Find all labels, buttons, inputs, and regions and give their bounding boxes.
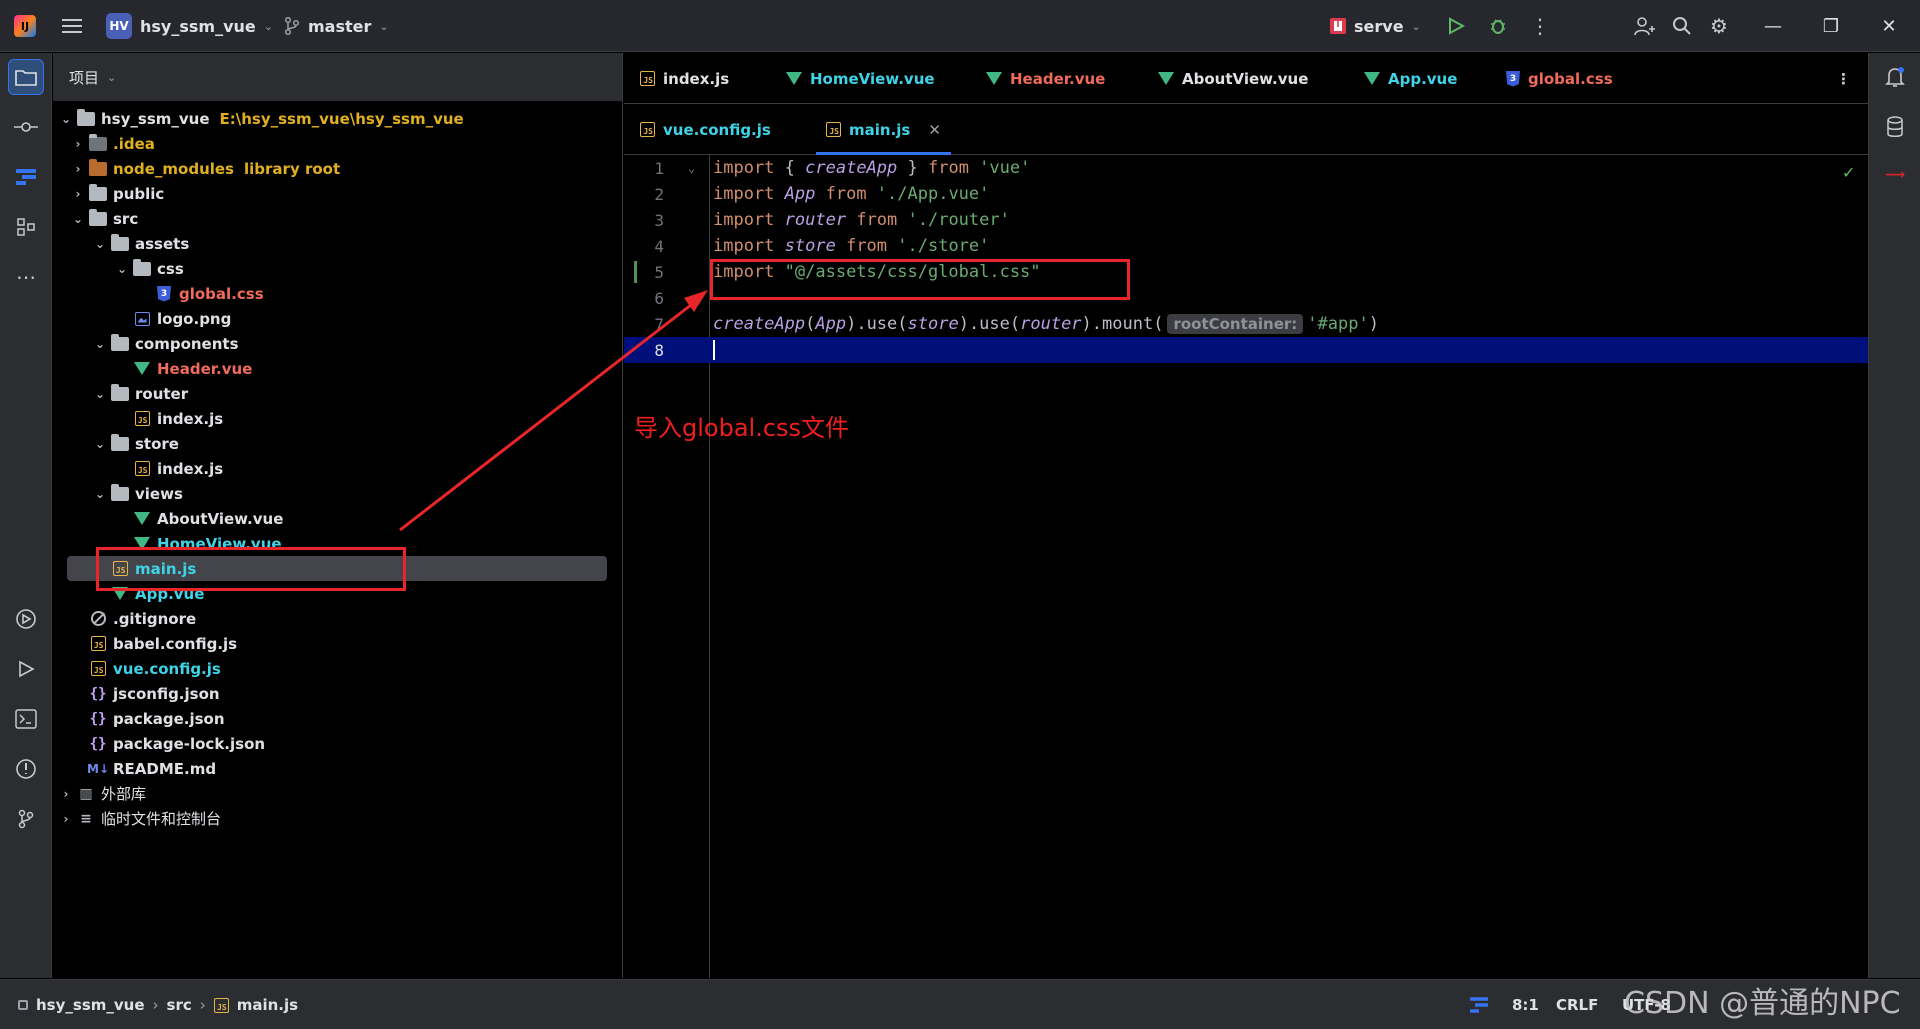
csdn-watermark: CSDN @普通的NPC [1624,986,1901,1021]
annotation-arrow [399,290,708,532]
breadcrumb-src[interactable]: src [167,996,192,1014]
caret-position[interactable]: 8:1 [1512,980,1539,1029]
chevron-right-icon: › [199,996,206,1014]
breadcrumb-project[interactable]: hsy_ssm_vue [36,996,145,1014]
breadcrumb-file[interactable]: main.js [237,996,298,1014]
annotation-text: 导入global.css文件 [634,414,850,442]
module-icon [18,1000,28,1010]
line-separator[interactable]: CRLF [1556,980,1598,1029]
chevron-right-icon: › [152,996,159,1014]
js-file-icon: JS [213,997,229,1013]
structure-status-icon[interactable] [1468,980,1490,1029]
breadcrumb: hsy_ssm_vue › src › JS main.js [18,980,298,1029]
